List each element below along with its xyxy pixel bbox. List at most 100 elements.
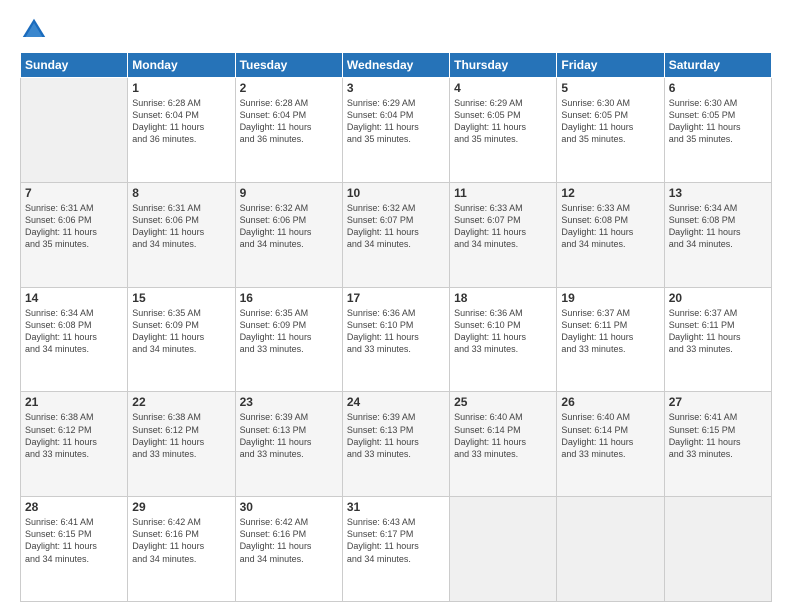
calendar-cell: 11Sunrise: 6:33 AM Sunset: 6:07 PM Dayli… (450, 182, 557, 287)
calendar-cell: 27Sunrise: 6:41 AM Sunset: 6:15 PM Dayli… (664, 392, 771, 497)
calendar-cell: 15 Sunrise: 6:35 AM Sunset: 6:09 PM Dayli… (128, 287, 235, 392)
calendar-cell: 7 Sunrise: 6:31 AM Sunset: 6:06 PM Daylig… (21, 182, 128, 287)
day-number: 31 (347, 500, 445, 514)
day-info: Sunrise: 6:35 AM Sunset: 6:09 PM Dayligh… (240, 307, 338, 356)
day-info: Sunrise: 6:39 AM Sunset: 6:13 PM Dayligh… (240, 411, 338, 460)
day-info: Sunrise: 6:28 AM Sunset: 6:04 PM Dayligh… (240, 97, 338, 146)
day-info: Sunrise: 6:41 AM Sunset: 6:15 PM Dayligh… (25, 516, 123, 565)
calendar-cell (450, 497, 557, 602)
weekday-header-sunday: Sunday (21, 53, 128, 78)
day-info: Sunrise: 6:40 AM Sunset: 6:14 PM Dayligh… (561, 411, 659, 460)
calendar-week-1: 1 Sunrise: 6:28 AM Sunset: 6:04 PM Daylig… (21, 78, 772, 183)
day-number: 13 (669, 186, 767, 200)
weekday-header-friday: Friday (557, 53, 664, 78)
day-number: 5 (561, 81, 659, 95)
day-info: Sunrise: 6:33 AM Sunset: 6:08 PM Dayligh… (561, 202, 659, 251)
day-number: 21 (25, 395, 123, 409)
calendar-cell: 12 Sunrise: 6:33 AM Sunset: 6:08 PM Dayli… (557, 182, 664, 287)
day-number: 1 (132, 81, 230, 95)
day-number: 10 (347, 186, 445, 200)
day-number: 26 (561, 395, 659, 409)
calendar-cell: 2 Sunrise: 6:28 AM Sunset: 6:04 PM Daylig… (235, 78, 342, 183)
calendar-cell: 14 Sunrise: 6:34 AM Sunset: 6:08 PM Dayli… (21, 287, 128, 392)
day-number: 8 (132, 186, 230, 200)
day-number: 7 (25, 186, 123, 200)
logo (20, 16, 50, 44)
calendar-cell: 25 Sunrise: 6:40 AM Sunset: 6:14 PM Dayli… (450, 392, 557, 497)
day-number: 25 (454, 395, 552, 409)
calendar-cell: 30 Sunrise: 6:42 AM Sunset: 6:16 PM Dayli… (235, 497, 342, 602)
day-info: Sunrise: 6:43 AM Sunset: 6:17 PM Dayligh… (347, 516, 445, 565)
day-info: Sunrise: 6:32 AM Sunset: 6:07 PM Dayligh… (347, 202, 445, 251)
day-number: 16 (240, 291, 338, 305)
calendar-cell (664, 497, 771, 602)
day-info: Sunrise: 6:38 AM Sunset: 6:12 PM Dayligh… (25, 411, 123, 460)
calendar-cell: 20Sunrise: 6:37 AM Sunset: 6:11 PM Dayli… (664, 287, 771, 392)
calendar-cell: 19Sunrise: 6:37 AM Sunset: 6:11 PM Dayli… (557, 287, 664, 392)
calendar-cell: 29Sunrise: 6:42 AM Sunset: 6:16 PM Dayli… (128, 497, 235, 602)
day-info: Sunrise: 6:30 AM Sunset: 6:05 PM Dayligh… (669, 97, 767, 146)
day-number: 6 (669, 81, 767, 95)
day-number: 17 (347, 291, 445, 305)
weekday-header-wednesday: Wednesday (342, 53, 449, 78)
day-number: 9 (240, 186, 338, 200)
day-info: Sunrise: 6:34 AM Sunset: 6:08 PM Dayligh… (669, 202, 767, 251)
calendar-week-2: 7 Sunrise: 6:31 AM Sunset: 6:06 PM Daylig… (21, 182, 772, 287)
calendar-cell: 24Sunrise: 6:39 AM Sunset: 6:13 PM Dayli… (342, 392, 449, 497)
header (20, 16, 772, 44)
day-info: Sunrise: 6:31 AM Sunset: 6:06 PM Dayligh… (25, 202, 123, 251)
calendar-cell: 28 Sunrise: 6:41 AM Sunset: 6:15 PM Dayli… (21, 497, 128, 602)
page: SundayMondayTuesdayWednesdayThursdayFrid… (0, 0, 792, 612)
day-info: Sunrise: 6:42 AM Sunset: 6:16 PM Dayligh… (240, 516, 338, 565)
day-number: 3 (347, 81, 445, 95)
calendar-cell: 18Sunrise: 6:36 AM Sunset: 6:10 PM Dayli… (450, 287, 557, 392)
calendar-cell (557, 497, 664, 602)
day-info: Sunrise: 6:36 AM Sunset: 6:10 PM Dayligh… (347, 307, 445, 356)
day-info: Sunrise: 6:33 AM Sunset: 6:07 PM Dayligh… (454, 202, 552, 251)
day-number: 4 (454, 81, 552, 95)
day-number: 22 (132, 395, 230, 409)
day-info: Sunrise: 6:34 AM Sunset: 6:08 PM Dayligh… (25, 307, 123, 356)
calendar-cell: 4 Sunrise: 6:29 AM Sunset: 6:05 PM Daylig… (450, 78, 557, 183)
day-info: Sunrise: 6:29 AM Sunset: 6:04 PM Dayligh… (347, 97, 445, 146)
day-info: Sunrise: 6:28 AM Sunset: 6:04 PM Dayligh… (132, 97, 230, 146)
day-number: 15 (132, 291, 230, 305)
calendar-cell: 5 Sunrise: 6:30 AM Sunset: 6:05 PM Daylig… (557, 78, 664, 183)
calendar-cell (21, 78, 128, 183)
calendar-cell: 31 Sunrise: 6:43 AM Sunset: 6:17 PM Dayli… (342, 497, 449, 602)
day-info: Sunrise: 6:40 AM Sunset: 6:14 PM Dayligh… (454, 411, 552, 460)
calendar-week-4: 21 Sunrise: 6:38 AM Sunset: 6:12 PM Dayli… (21, 392, 772, 497)
calendar-cell: 3 Sunrise: 6:29 AM Sunset: 6:04 PM Daylig… (342, 78, 449, 183)
weekday-header-monday: Monday (128, 53, 235, 78)
day-info: Sunrise: 6:37 AM Sunset: 6:11 PM Dayligh… (669, 307, 767, 356)
day-info: Sunrise: 6:35 AM Sunset: 6:09 PM Dayligh… (132, 307, 230, 356)
day-info: Sunrise: 6:37 AM Sunset: 6:11 PM Dayligh… (561, 307, 659, 356)
calendar-week-5: 28 Sunrise: 6:41 AM Sunset: 6:15 PM Dayli… (21, 497, 772, 602)
calendar-cell: 26 Sunrise: 6:40 AM Sunset: 6:14 PM Dayli… (557, 392, 664, 497)
weekday-header-thursday: Thursday (450, 53, 557, 78)
calendar-cell: 10 Sunrise: 6:32 AM Sunset: 6:07 PM Dayli… (342, 182, 449, 287)
calendar-cell: 21 Sunrise: 6:38 AM Sunset: 6:12 PM Dayli… (21, 392, 128, 497)
calendar-cell: 17 Sunrise: 6:36 AM Sunset: 6:10 PM Dayli… (342, 287, 449, 392)
day-number: 23 (240, 395, 338, 409)
calendar-cell: 23 Sunrise: 6:39 AM Sunset: 6:13 PM Dayli… (235, 392, 342, 497)
calendar-cell: 1 Sunrise: 6:28 AM Sunset: 6:04 PM Daylig… (128, 78, 235, 183)
day-info: Sunrise: 6:29 AM Sunset: 6:05 PM Dayligh… (454, 97, 552, 146)
day-info: Sunrise: 6:39 AM Sunset: 6:13 PM Dayligh… (347, 411, 445, 460)
calendar-cell: 9Sunrise: 6:32 AM Sunset: 6:06 PM Daylig… (235, 182, 342, 287)
day-number: 28 (25, 500, 123, 514)
calendar-cell: 6 Sunrise: 6:30 AM Sunset: 6:05 PM Daylig… (664, 78, 771, 183)
day-number: 29 (132, 500, 230, 514)
day-number: 12 (561, 186, 659, 200)
weekday-header-row: SundayMondayTuesdayWednesdayThursdayFrid… (21, 53, 772, 78)
day-number: 2 (240, 81, 338, 95)
calendar-header: SundayMondayTuesdayWednesdayThursdayFrid… (21, 53, 772, 78)
day-info: Sunrise: 6:30 AM Sunset: 6:05 PM Dayligh… (561, 97, 659, 146)
day-info: Sunrise: 6:38 AM Sunset: 6:12 PM Dayligh… (132, 411, 230, 460)
day-number: 30 (240, 500, 338, 514)
calendar-cell: 16 Sunrise: 6:35 AM Sunset: 6:09 PM Dayli… (235, 287, 342, 392)
day-info: Sunrise: 6:41 AM Sunset: 6:15 PM Dayligh… (669, 411, 767, 460)
day-info: Sunrise: 6:36 AM Sunset: 6:10 PM Dayligh… (454, 307, 552, 356)
day-number: 14 (25, 291, 123, 305)
calendar-cell: 8Sunrise: 6:31 AM Sunset: 6:06 PM Daylig… (128, 182, 235, 287)
